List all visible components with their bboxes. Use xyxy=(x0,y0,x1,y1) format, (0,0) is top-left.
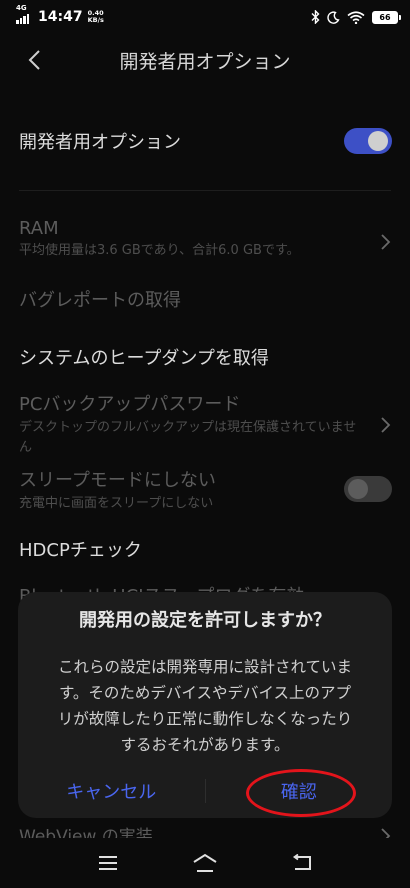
back-nav-button[interactable] xyxy=(288,849,316,877)
home-button[interactable] xyxy=(191,849,219,877)
chevron-right-icon xyxy=(381,417,391,433)
network-speed: 0.40 KB/s xyxy=(87,9,104,24)
setting-label: スリープモードにしない xyxy=(19,470,216,491)
home-icon xyxy=(193,853,217,872)
menu-button[interactable] xyxy=(94,849,122,877)
setting-ram[interactable]: RAM 平均使用量は3.6 GBであり、合計6.0 GBです。 xyxy=(0,218,410,266)
cancel-button[interactable]: キャンセル xyxy=(18,764,205,818)
toggle-knob xyxy=(348,479,368,499)
setting-label: PCバックアップパスワード xyxy=(19,394,241,415)
setting-label: RAM xyxy=(19,218,59,239)
status-bar: 4G 14:47 0.40 KB/s 66 xyxy=(0,0,410,34)
back-button[interactable] xyxy=(22,48,46,72)
setting-backup-password[interactable]: PCバックアップパスワード デスクトップのフルバックアップは現在保護されていませ… xyxy=(0,390,410,460)
dialog-actions: キャンセル 確認 xyxy=(18,764,392,818)
navigation-bar xyxy=(0,838,410,888)
signal-icon: 4G xyxy=(16,4,29,24)
moon-icon xyxy=(327,10,340,24)
setting-bug-report[interactable]: バグレポートの取得 xyxy=(0,286,410,312)
toggle-knob xyxy=(368,131,388,151)
wifi-icon xyxy=(347,10,365,24)
setting-summary: 平均使用量は3.6 GBであり、合計6.0 GBです。 xyxy=(19,243,300,258)
menu-icon xyxy=(99,856,118,870)
bluetooth-icon xyxy=(311,10,320,24)
setting-label: システムのヒープダンプを取得 xyxy=(19,348,269,369)
setting-hdcp[interactable]: HDCPチェック xyxy=(0,536,410,562)
setting-label: バグレポートの取得 xyxy=(19,290,181,311)
chevron-right-icon xyxy=(381,234,391,250)
back-arrow-icon xyxy=(28,50,40,70)
setting-developer-options[interactable]: 開発者用オプション xyxy=(0,128,410,154)
app-bar: 開発者用オプション xyxy=(0,34,410,86)
back-nav-icon xyxy=(292,854,311,870)
network-type: 4G xyxy=(16,4,27,12)
page-title: 開発者用オプション xyxy=(119,50,291,73)
setting-label: 開発者用オプション xyxy=(19,132,181,153)
setting-stay-awake[interactable]: スリープモードにしない 充電中に画面をスリープにしない xyxy=(0,466,410,514)
dialog-title: 開発用の設定を許可しますか？ xyxy=(79,610,331,631)
setting-summary: デスクトップのフルバックアップは現在保護されていません xyxy=(19,420,357,455)
clock: 14:47 xyxy=(38,9,83,25)
stay-awake-toggle[interactable] xyxy=(344,476,392,502)
dialog-message: これらの設定は開発専用に設計されています。そのためデバイスやデバイス上のアプリが… xyxy=(57,658,353,754)
setting-summary: 充電中に画面をスリープにしない xyxy=(19,496,214,511)
developer-options-toggle[interactable] xyxy=(344,128,392,154)
divider xyxy=(19,190,391,191)
battery-icon: 66 xyxy=(372,10,401,24)
setting-heap-dump[interactable]: システムのヒープダンプを取得 xyxy=(0,344,410,370)
confirm-button[interactable]: 確認 xyxy=(206,764,393,818)
confirm-dialog: 開発用の設定を許可しますか？ これらの設定は開発専用に設計されています。そのため… xyxy=(18,592,392,818)
setting-label: HDCPチェック xyxy=(19,540,142,561)
